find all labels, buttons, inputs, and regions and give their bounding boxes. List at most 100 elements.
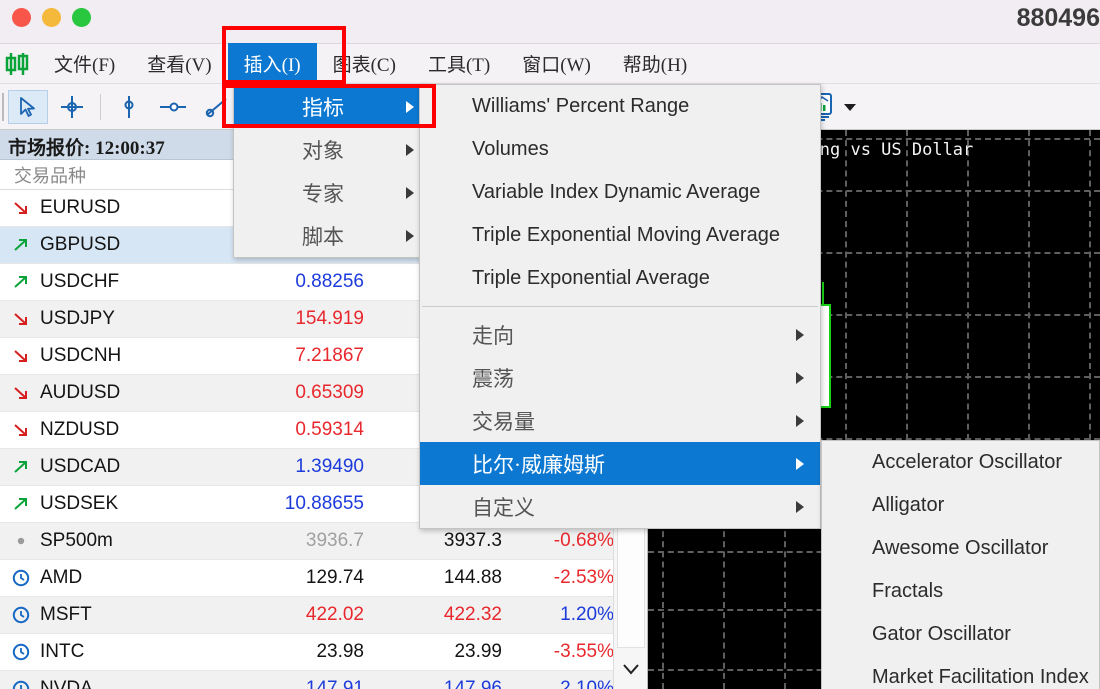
- menu-window[interactable]: 窗口(W): [506, 43, 607, 85]
- symbol-cell: USDCAD: [0, 456, 232, 478]
- menu-item-label: Accelerator Oscillator: [872, 451, 1063, 473]
- maximize-button[interactable]: [72, 8, 91, 27]
- symbol-label: USDCHF: [40, 271, 120, 292]
- symbol-label: USDCNH: [40, 345, 122, 366]
- symbol-label: AMD: [40, 567, 83, 588]
- menu-item-label: Alligator: [872, 494, 945, 516]
- submenu-chevron-right-icon: [796, 328, 804, 341]
- trend-up-icon: [12, 495, 30, 513]
- change-cell: 1.20%: [560, 604, 614, 625]
- indicators-menu-item-9[interactable]: 交易量: [420, 399, 820, 442]
- scroll-down-chevron-down-icon[interactable]: [617, 649, 645, 689]
- trend-dot-icon: [12, 532, 30, 550]
- insert-menu-item-1[interactable]: 指标: [234, 85, 428, 128]
- bid-cell: 154.919: [295, 308, 364, 329]
- insert-menu-item-2[interactable]: 对象: [234, 128, 428, 171]
- menu-item-label: 指标: [302, 95, 344, 120]
- table-row[interactable]: INTC 23.98 23.99 -3.55%: [0, 634, 647, 671]
- menu-item-label: Awesome Oscillator: [872, 537, 1049, 559]
- column-header-symbol[interactable]: 交易品种: [0, 162, 232, 188]
- indicators-menu-item-4[interactable]: Triple Exponential Moving Average: [420, 214, 820, 257]
- indicators-menu-item-10[interactable]: 比尔·威廉姆斯: [420, 442, 820, 485]
- symbol-cell: GBPUSD: [0, 234, 232, 256]
- indicators-menu-item-8[interactable]: 震荡: [420, 356, 820, 399]
- menu-insert[interactable]: 插入(I): [227, 42, 317, 85]
- change-cell: -2.53%: [553, 567, 614, 588]
- indicators-menu-item-1[interactable]: Williams' Percent Range: [420, 85, 820, 128]
- menu-help[interactable]: 帮助(H): [607, 43, 703, 85]
- bill-williams-menu-item-1[interactable]: Accelerator Oscillator: [822, 441, 1099, 484]
- bid-cell: 10.88655: [284, 493, 364, 514]
- submenu-chevron-right-icon: [796, 414, 804, 427]
- cursor-icon[interactable]: [8, 89, 48, 124]
- indicators-menu-item-2[interactable]: Volumes: [420, 128, 820, 171]
- insert-menu-item-4[interactable]: 脚本: [234, 214, 428, 257]
- menu-item-label: Williams' Percent Range: [472, 95, 690, 117]
- bill-williams-menu-item-5[interactable]: Gator Oscillator: [822, 613, 1099, 656]
- symbol-cell: NVDA: [0, 678, 232, 689]
- menu-item-label: 交易量: [472, 409, 535, 434]
- trend-clock-icon: [12, 569, 30, 587]
- indicators-menu-item-7[interactable]: 走向: [420, 313, 820, 356]
- close-button[interactable]: [12, 8, 31, 27]
- submenu-chevron-right-icon: [406, 100, 414, 113]
- insert-menu-item-3[interactable]: 专家: [234, 171, 428, 214]
- vertical-line-icon[interactable]: [109, 90, 149, 124]
- symbol-label: INTC: [40, 641, 85, 662]
- symbol-cell: USDSEK: [0, 493, 232, 515]
- menu-item-label: 专家: [302, 181, 344, 206]
- change-cell: -3.55%: [553, 641, 614, 662]
- crosshair-icon[interactable]: [52, 90, 92, 124]
- indicators-menu-item-5[interactable]: Triple Exponential Average: [420, 257, 820, 300]
- bill-williams-menu-item-6[interactable]: Market Facilitation Index: [822, 656, 1099, 689]
- toolbar-grip[interactable]: [2, 92, 4, 121]
- ask-cell: 144.88: [443, 567, 502, 588]
- window-controls[interactable]: [12, 8, 91, 27]
- trend-down-icon: [12, 310, 30, 328]
- bill-williams-menu-item-3[interactable]: Awesome Oscillator: [822, 527, 1099, 570]
- symbol-cell: SP500m: [0, 530, 232, 552]
- submenu-chevron-right-icon: [406, 229, 414, 242]
- bid-cell: 147.91: [305, 678, 364, 689]
- bill-williams-menu-item-4[interactable]: Fractals: [822, 570, 1099, 613]
- indicators-menu-popup[interactable]: Williams' Percent Range Volumes Variable I…: [419, 84, 821, 529]
- table-row[interactable]: NVDA 147.91 147.96 2.10%: [0, 671, 647, 689]
- ask-cell: 147.96: [443, 678, 502, 689]
- candlestick-logo-icon: [2, 50, 32, 78]
- symbol-label: USDSEK: [40, 493, 119, 514]
- symbol-cell: AMD: [0, 567, 232, 589]
- window-title: 880496: [1016, 4, 1100, 32]
- menu-item-label: Triple Exponential Moving Average: [472, 224, 780, 246]
- horizontal-line-icon[interactable]: [153, 90, 193, 124]
- table-row[interactable]: AMD 129.74 144.88 -2.53%: [0, 560, 647, 597]
- menu-item-label: 震荡: [472, 366, 514, 391]
- menu-charts[interactable]: 图表(C): [317, 43, 412, 85]
- indicators-menu-item-3[interactable]: Variable Index Dynamic Average: [420, 171, 820, 214]
- symbol-cell: USDJPY: [0, 308, 232, 330]
- indicators-dropdown-chevron-down-icon[interactable]: [841, 90, 859, 124]
- ask-cell: 3937.3: [443, 530, 502, 551]
- trend-clock-icon: [12, 643, 30, 661]
- trend-up-icon: [12, 458, 30, 476]
- menu-view[interactable]: 查看(V): [131, 43, 227, 85]
- symbol-label: MSFT: [40, 604, 92, 625]
- menu-item-label: 对象: [302, 138, 344, 163]
- trendline-icon[interactable]: [197, 90, 237, 124]
- menu-item-label: Fractals: [872, 580, 944, 602]
- bill-williams-submenu-popup[interactable]: Accelerator Oscillator Alligator Awesome O…: [821, 440, 1100, 689]
- menu-tools[interactable]: 工具(T): [412, 43, 506, 85]
- bid-cell: 0.65309: [295, 382, 364, 403]
- insert-menu-popup[interactable]: 指标对象专家脚本: [233, 84, 429, 258]
- minimize-button[interactable]: [42, 8, 61, 27]
- indicators-menu-item-11[interactable]: 自定义: [420, 485, 820, 528]
- menu-file[interactable]: 文件(F): [38, 43, 131, 85]
- bill-williams-menu-item-2[interactable]: Alligator: [822, 484, 1099, 527]
- symbol-label: SP500m: [40, 530, 113, 551]
- bid-cell: 0.59314: [295, 419, 364, 440]
- menu-bar: 文件(F) 查看(V) 插入(I) 图表(C) 工具(T) 窗口(W) 帮助(H…: [0, 42, 1100, 85]
- table-row[interactable]: MSFT 422.02 422.32 1.20%: [0, 597, 647, 634]
- symbol-cell: USDCHF: [0, 271, 232, 293]
- symbol-label: NVDA: [40, 678, 93, 689]
- menu-item-label: Variable Index Dynamic Average: [472, 181, 761, 203]
- bid-cell: 1.39490: [295, 456, 364, 477]
